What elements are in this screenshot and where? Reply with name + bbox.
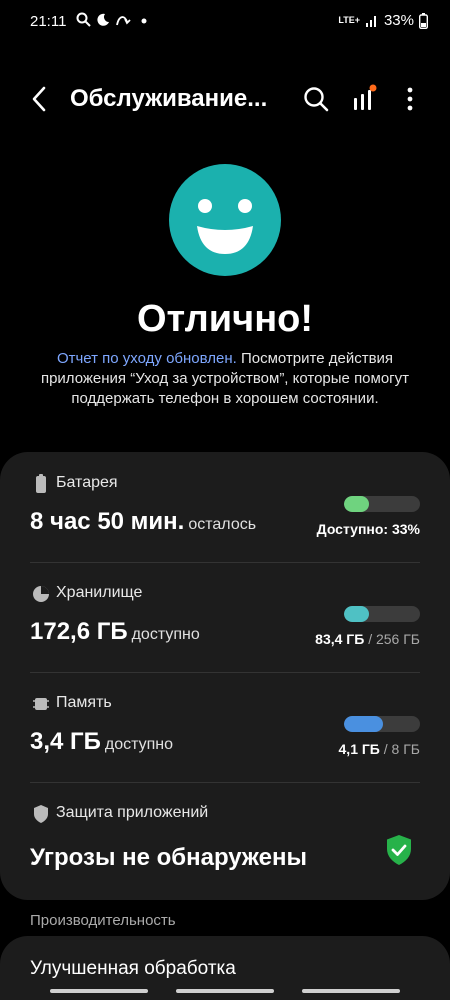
- battery-time: 8 час 50 мин.: [30, 508, 185, 535]
- nav-back-pill[interactable]: [302, 989, 400, 993]
- battery-title: Батарея: [56, 474, 118, 491]
- sync-icon: [116, 15, 131, 25]
- shield-icon: [34, 805, 48, 823]
- app-protection-row[interactable]: Защита приложений Угрозы не обнаружены: [0, 782, 450, 900]
- more-options-button[interactable]: [400, 85, 420, 113]
- battery-row[interactable]: Батарея 8 час 50 мин. осталось Доступно: …: [0, 452, 450, 562]
- storage-used: 83,4 ГБ: [315, 631, 365, 647]
- back-button[interactable]: [26, 84, 54, 114]
- bar-chart-icon: [354, 84, 377, 110]
- shield-check-icon: [387, 835, 411, 865]
- chevron-left-icon: [32, 86, 46, 112]
- battery-percent: 33%: [383, 12, 414, 29]
- search-notification-icon: [76, 12, 91, 27]
- battery-icon: [36, 474, 46, 493]
- memory-used: 4,1 ГБ: [338, 741, 380, 757]
- storage-free: 172,6 ГБ: [30, 618, 128, 645]
- signal-icon: [365, 15, 376, 27]
- app-bar: Обслуживание...: [0, 76, 450, 122]
- storage-total: / 256 ГБ: [368, 631, 420, 647]
- battery-value: 8 час 50 мин. осталось: [30, 508, 256, 536]
- statistics-button[interactable]: [352, 84, 378, 112]
- moon-icon: [97, 13, 109, 26]
- status-heading: Отлично!: [136, 298, 314, 340]
- storage-value: 172,6 ГБ доступно: [30, 618, 200, 646]
- battery-meta: Доступно: 33%: [316, 521, 420, 537]
- navigation-bar: [0, 984, 450, 1000]
- memory-bar: [344, 716, 420, 732]
- page-title: Обслуживание...: [70, 85, 268, 112]
- memory-title: Память: [56, 694, 112, 711]
- storage-title: Хранилище: [56, 584, 143, 601]
- memory-row[interactable]: Память 3,4 ГБ доступно 4,1 ГБ / 8 ГБ: [0, 672, 450, 782]
- battery-bar-fill: [344, 496, 370, 512]
- memory-meta: 4,1 ГБ / 8 ГБ: [339, 741, 420, 757]
- enhanced-processing-title: Улучшенная обработка: [30, 958, 236, 979]
- search-button[interactable]: [302, 85, 330, 113]
- protection-value: Угрозы не обнаружены: [30, 844, 307, 871]
- protection-title: Защита приложений: [56, 804, 209, 821]
- memory-value: 3,4 ГБ доступно: [30, 728, 173, 756]
- search-icon: [304, 87, 329, 112]
- report-updated-link[interactable]: Отчет по уходу обновлен.: [57, 350, 237, 367]
- status-notification-icons: [76, 12, 150, 27]
- storage-row[interactable]: Хранилище 172,6 ГБ доступно 83,4 ГБ / 256…: [0, 562, 450, 672]
- battery-bar: [344, 496, 420, 512]
- storage-bar: [344, 606, 420, 622]
- pie-chart-icon: [33, 586, 49, 602]
- network-type: LTE+: [338, 15, 360, 25]
- device-care-card: Батарея 8 час 50 мин. осталось Доступно: …: [0, 452, 450, 900]
- memory-free: 3,4 ГБ: [30, 728, 101, 755]
- memory-chip-icon: [33, 698, 49, 710]
- nav-recents-pill[interactable]: [50, 989, 148, 993]
- storage-bar-fill: [344, 606, 370, 622]
- battery-icon: [419, 12, 428, 29]
- storage-meta: 83,4 ГБ / 256 ГБ: [315, 631, 420, 647]
- memory-bar-fill: [344, 716, 383, 732]
- status-right-icons: LTE+ 33%: [338, 12, 428, 29]
- performance-section-label: Производительность: [30, 912, 176, 929]
- memory-suffix: доступно: [104, 736, 174, 753]
- nav-home-pill[interactable]: [176, 989, 274, 993]
- more-vertical-icon: [407, 87, 413, 111]
- status-time: 21:11: [30, 13, 67, 30]
- status-description: Отчет по уходу обновлен. Посмотрите дейс…: [30, 349, 420, 409]
- storage-suffix: доступно: [131, 626, 200, 643]
- battery-suffix: осталось: [188, 516, 257, 533]
- dot-icon: [141, 18, 147, 23]
- smiley-face-icon: [169, 164, 281, 276]
- status-bar: 21:11 LTE+ 33%: [0, 0, 450, 46]
- memory-total: / 8 ГБ: [383, 741, 420, 757]
